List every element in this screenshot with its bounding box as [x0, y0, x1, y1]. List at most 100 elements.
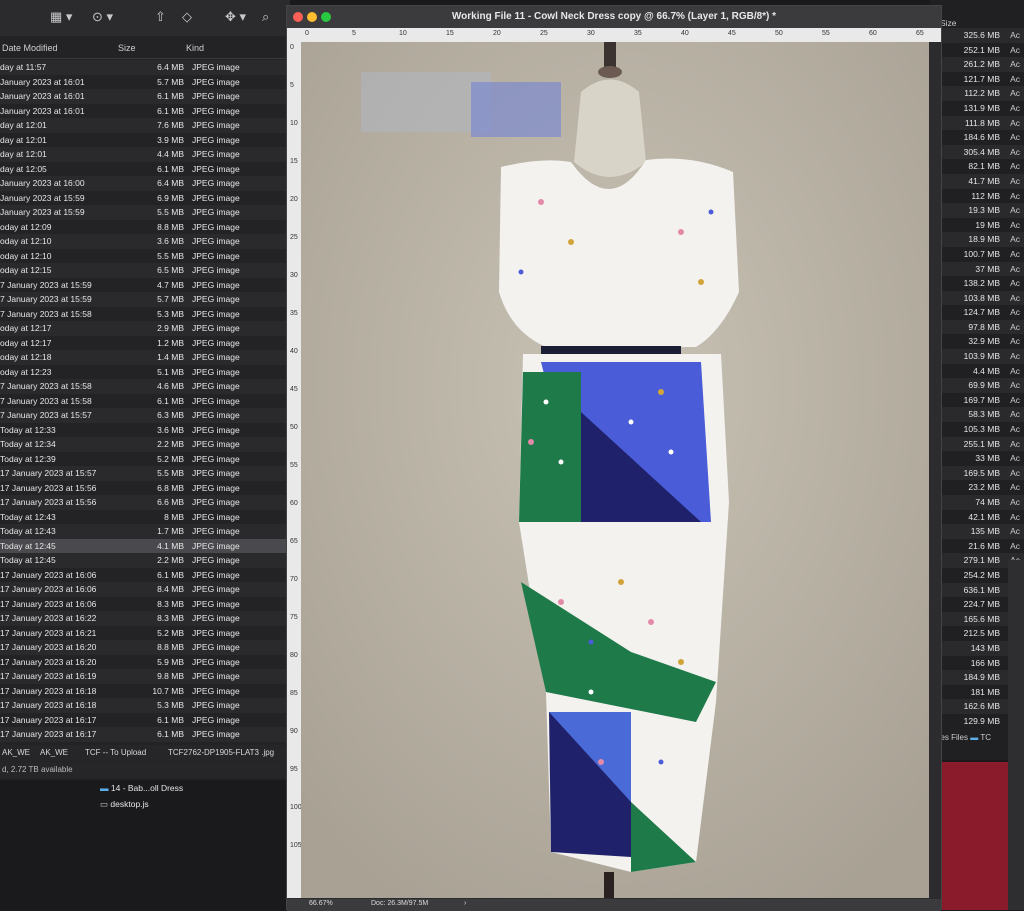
- right-file-row[interactable]: 255.1 MB Ac: [930, 436, 1024, 452]
- right-file-row[interactable]: 169.7 MB Ac: [930, 393, 1024, 408]
- file-row[interactable]: Today at 12:39 5.2 MB JPEG image: [0, 452, 290, 467]
- right-file-row[interactable]: 18.9 MB Ac: [930, 232, 1024, 247]
- dropbox-icon[interactable]: ✥ ▾: [225, 9, 246, 25]
- file-row[interactable]: oday at 12:17 1.2 MB JPEG image: [0, 336, 290, 351]
- right-file-row[interactable]: 121.7 MB Ac: [930, 72, 1024, 87]
- column-size[interactable]: Size: [118, 43, 136, 53]
- file-row[interactable]: January 2023 at 16:01 6.1 MB JPEG image: [0, 89, 290, 104]
- file-row[interactable]: January 2023 at 16:00 6.4 MB JPEG image: [0, 176, 290, 191]
- file-row[interactable]: 7 January 2023 at 15:57 6.3 MB JPEG image: [0, 408, 290, 423]
- path-item[interactable]: TCF2762-DP1905-FLAT3 .jpg: [168, 748, 274, 757]
- file-row[interactable]: Today at 12:45 2.2 MB JPEG image: [0, 553, 290, 568]
- file-row[interactable]: 17 January 2023 at 15:56 6.8 MB JPEG image: [0, 481, 290, 496]
- file-row[interactable]: day at 11:57 6.4 MB JPEG image: [0, 60, 290, 75]
- file-row[interactable]: 17 January 2023 at 16:22 8.3 MB JPEG image: [0, 611, 290, 626]
- file-row[interactable]: 17 January 2023 at 16:20 8.8 MB JPEG image: [0, 640, 290, 655]
- right-file-row[interactable]: 252.1 MB Ac: [930, 43, 1024, 58]
- right-file-row[interactable]: 111.8 MB Ac: [930, 115, 1024, 131]
- file-row[interactable]: 7 January 2023 at 15:59 5.7 MB JPEG image: [0, 292, 290, 307]
- doc-info[interactable]: Doc: 26.3M/97.5M: [371, 900, 428, 907]
- file-row[interactable]: 17 January 2023 at 16:17 6.1 MB JPEG image: [0, 727, 290, 742]
- right-file-row[interactable]: 19 MB Ac: [930, 218, 1024, 233]
- right-path-item[interactable]: TC: [980, 733, 991, 742]
- file-row[interactable]: oday at 12:10 3.6 MB JPEG image: [0, 234, 290, 249]
- horizontal-ruler[interactable]: 0 5 10 15 20 25 30 35 40 45 50 55 60 65: [301, 28, 941, 42]
- file-row[interactable]: Today at 12:34 2.2 MB JPEG image: [0, 437, 290, 452]
- right-file-row[interactable]: 112 MB Ac: [930, 189, 1024, 204]
- right-file-row[interactable]: 37 MB Ac: [930, 261, 1024, 277]
- close-icon[interactable]: [293, 12, 303, 22]
- right-file-row[interactable]: 325.6 MB Ac: [930, 28, 1024, 43]
- right-file-row[interactable]: 4.4 MB Ac: [930, 364, 1024, 379]
- file-row[interactable]: 7 January 2023 at 15:58 6.1 MB JPEG image: [0, 394, 290, 409]
- right-file-row[interactable]: 33 MB Ac: [930, 451, 1024, 466]
- path-item[interactable]: AK_WE: [2, 748, 30, 757]
- document-canvas[interactable]: [301, 42, 929, 898]
- file-row[interactable]: 17 January 2023 at 16:18 10.7 MB JPEG imag…: [0, 684, 290, 699]
- right-file-row[interactable]: 184.6 MB Ac: [930, 130, 1024, 145]
- file-row[interactable]: 7 January 2023 at 15:58 5.3 MB JPEG image: [0, 307, 290, 322]
- right-file-row[interactable]: 261.2 MB Ac: [930, 57, 1024, 72]
- file-row[interactable]: Today at 12:43 8 MB JPEG image: [0, 510, 290, 525]
- file-row[interactable]: Today at 12:45 4.1 MB JPEG image: [0, 538, 290, 553]
- desktop-item[interactable]: ▭ desktop.js: [100, 799, 220, 815]
- file-row[interactable]: oday at 12:17 2.9 MB JPEG image: [0, 321, 290, 336]
- search-icon[interactable]: ⌕: [262, 9, 269, 25]
- right-file-row[interactable]: 41.7 MB Ac: [930, 173, 1024, 189]
- right-file-row[interactable]: 69.9 MB Ac: [930, 378, 1024, 393]
- file-row[interactable]: 17 January 2023 at 16:06 6.1 MB JPEG image: [0, 568, 290, 583]
- file-row[interactable]: 7 January 2023 at 15:58 4.6 MB JPEG image: [0, 379, 290, 394]
- file-row[interactable]: 17 January 2023 at 16:21 5.2 MB JPEG image: [0, 626, 290, 641]
- column-date-modified[interactable]: Date Modified: [2, 43, 58, 53]
- file-row[interactable]: oday at 12:10 5.5 MB JPEG image: [0, 249, 290, 264]
- file-row[interactable]: oday at 12:15 6.5 MB JPEG image: [0, 263, 290, 278]
- minimize-icon[interactable]: [307, 12, 317, 22]
- column-kind[interactable]: Kind: [186, 43, 204, 53]
- right-file-row[interactable]: 23.2 MB Ac: [930, 480, 1024, 495]
- tag-icon[interactable]: ◇: [182, 9, 192, 25]
- right-file-row[interactable]: 124.7 MB Ac: [930, 305, 1024, 320]
- right-file-row[interactable]: 103.8 MB Ac: [930, 290, 1024, 306]
- desktop-item[interactable]: ▬ 14 - Bab...oll Dress: [100, 783, 220, 799]
- zoom-level[interactable]: 66.67%: [309, 900, 333, 907]
- file-row[interactable]: 17 January 2023 at 15:56 6.6 MB JPEG image: [0, 495, 290, 510]
- path-item[interactable]: AK_WE: [40, 748, 68, 757]
- file-row[interactable]: 17 January 2023 at 16:18 5.3 MB JPEG image: [0, 698, 290, 713]
- file-row[interactable]: day at 12:01 4.4 MB JPEG image: [0, 147, 290, 162]
- zoom-icon[interactable]: [321, 12, 331, 22]
- document-title[interactable]: Working File 11 - Cowl Neck Dress copy @…: [287, 6, 941, 28]
- right-file-row[interactable]: 42.1 MB Ac: [930, 510, 1024, 525]
- right-file-row[interactable]: 100.7 MB Ac: [930, 247, 1024, 262]
- file-row[interactable]: 17 January 2023 at 16:06 8.4 MB JPEG image: [0, 582, 290, 597]
- file-row[interactable]: January 2023 at 16:01 5.7 MB JPEG image: [0, 75, 290, 90]
- file-row[interactable]: 17 January 2023 at 15:57 5.5 MB JPEG image: [0, 466, 290, 481]
- right-file-row[interactable]: 305.4 MB Ac: [930, 144, 1024, 160]
- file-row[interactable]: 17 January 2023 at 16:06 8.3 MB JPEG image: [0, 597, 290, 612]
- right-file-row[interactable]: 19.3 MB Ac: [930, 203, 1024, 218]
- file-row[interactable]: Today at 12:43 1.7 MB JPEG image: [0, 524, 290, 539]
- right-file-row[interactable]: 97.8 MB Ac: [930, 319, 1024, 335]
- right-file-row[interactable]: 105.3 MB Ac: [930, 422, 1024, 437]
- action-menu-icon[interactable]: ⊙ ▾: [92, 9, 113, 25]
- share-icon[interactable]: ⇧: [155, 9, 166, 25]
- file-row[interactable]: January 2023 at 16:01 6.1 MB JPEG image: [0, 104, 290, 119]
- file-row[interactable]: January 2023 at 15:59 6.9 MB JPEG image: [0, 191, 290, 206]
- right-file-row[interactable]: 58.3 MB Ac: [930, 407, 1024, 423]
- right-file-row[interactable]: 103.9 MB Ac: [930, 349, 1024, 364]
- right-file-row[interactable]: 82.1 MB Ac: [930, 159, 1024, 174]
- file-row[interactable]: day at 12:01 7.6 MB JPEG image: [0, 118, 290, 133]
- status-arrow-icon[interactable]: ›: [464, 900, 466, 907]
- file-row[interactable]: January 2023 at 15:59 5.5 MB JPEG image: [0, 205, 290, 220]
- file-row[interactable]: Today at 12:33 3.6 MB JPEG image: [0, 423, 290, 438]
- right-file-row[interactable]: 131.9 MB Ac: [930, 101, 1024, 116]
- right-file-row[interactable]: 32.9 MB Ac: [930, 334, 1024, 349]
- file-row[interactable]: day at 12:05 6.1 MB JPEG image: [0, 162, 290, 177]
- right-file-row[interactable]: 135 MB Ac: [930, 524, 1024, 539]
- vertical-ruler[interactable]: 0 5 10 15 20 25 30 35 40 45 50 55 60 65 70 75 80 85 90 95 10…: [287, 28, 302, 898]
- path-item[interactable]: TCF -- To Upload: [85, 748, 146, 757]
- right-file-row[interactable]: 169.5 MB Ac: [930, 465, 1024, 481]
- right-size-header[interactable]: Size: [930, 0, 1024, 28]
- file-row[interactable]: 17 January 2023 at 16:17 6.1 MB JPEG image: [0, 713, 290, 728]
- right-file-row[interactable]: 138.2 MB Ac: [930, 276, 1024, 291]
- file-row[interactable]: 7 January 2023 at 15:59 4.7 MB JPEG image: [0, 278, 290, 293]
